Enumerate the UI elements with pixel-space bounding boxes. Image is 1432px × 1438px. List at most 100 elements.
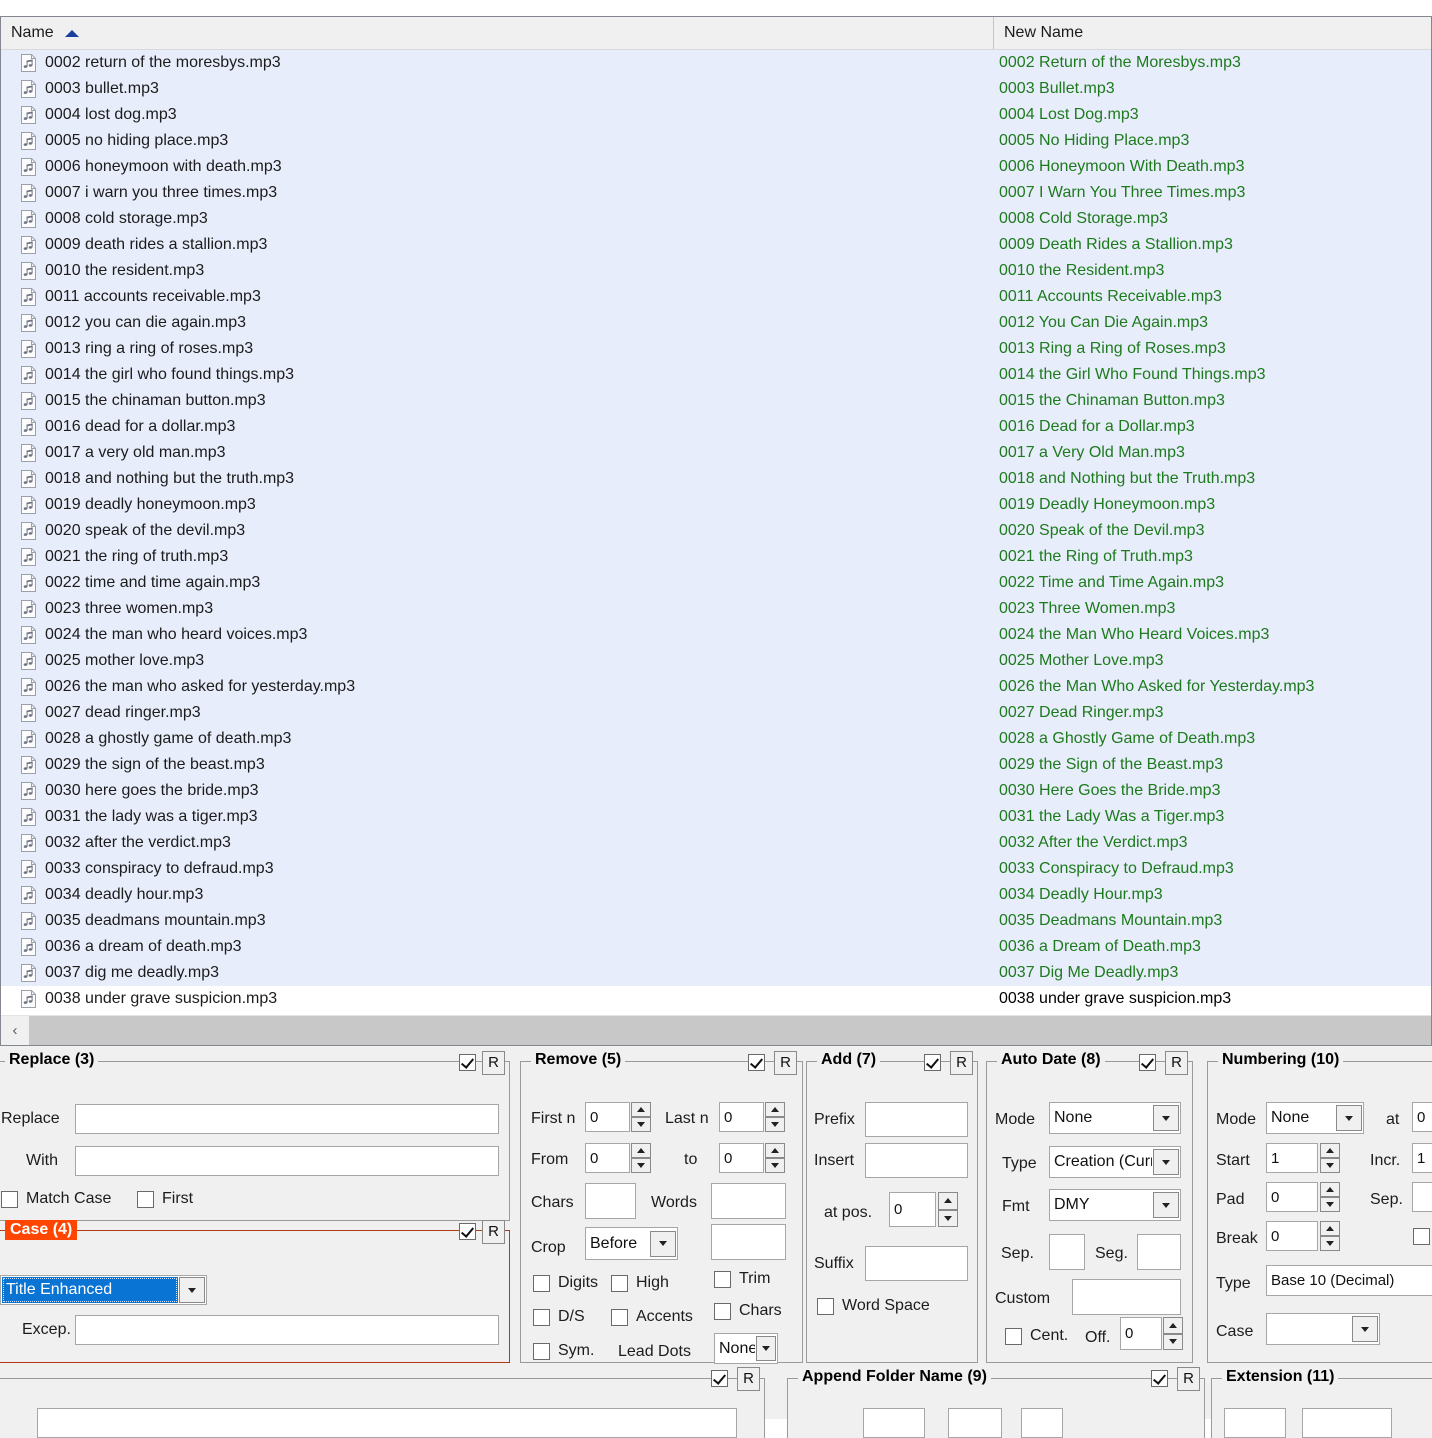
file-name-cell[interactable]: 0036 a dream of death.mp3	[1, 938, 994, 956]
file-name-cell[interactable]: 0009 death rides a stallion.mp3	[1, 236, 994, 254]
file-name-cell[interactable]: 0027 dead ringer.mp3	[1, 704, 994, 722]
file-name-cell[interactable]: 0029 the sign of the beast.mp3	[1, 756, 994, 774]
file-name-cell[interactable]: 0003 bullet.mp3	[1, 80, 994, 98]
bottom-left-reset-button[interactable]: R	[737, 1367, 760, 1391]
new-file-name-cell[interactable]: 0002 Return of the Moresbys.mp3	[994, 54, 1431, 72]
append-folder-enable-checkbox[interactable]	[1151, 1370, 1168, 1387]
high-checkbox[interactable]	[611, 1274, 628, 1292]
new-file-name-cell[interactable]: 0024 the Man Who Heard Voices.mp3	[994, 626, 1431, 644]
auto-date-mode-select[interactable]: None	[1049, 1102, 1181, 1134]
file-name-cell[interactable]: 0002 return of the moresbys.mp3	[1, 54, 994, 72]
table-row[interactable]: 0031 the lady was a tiger.mp3 0031 the La…	[1, 804, 1431, 830]
extension-mode-input[interactable]	[1224, 1408, 1286, 1438]
scrollbar-thumb[interactable]	[29, 1016, 1431, 1045]
table-row[interactable]: 0037 dig me deadly.mp3 0037 Dig Me Deadly…	[1, 960, 1431, 986]
new-file-name-cell[interactable]: 0018 and Nothing but the Truth.mp3	[994, 470, 1431, 488]
off-stepper[interactable]	[1163, 1317, 1183, 1350]
sym-row[interactable]: Sym.	[533, 1342, 594, 1360]
last-n-input[interactable]: 0	[719, 1102, 764, 1132]
remove-words-input[interactable]	[711, 1183, 786, 1219]
new-file-name-cell[interactable]: 0029 the Sign of the Beast.mp3	[994, 756, 1431, 774]
new-file-name-cell[interactable]: 0015 the Chinaman Button.mp3	[994, 392, 1431, 410]
file-name-cell[interactable]: 0033 conspiracy to defraud.mp3	[1, 860, 994, 878]
chevron-down-icon[interactable]	[1336, 1105, 1362, 1131]
file-name-cell[interactable]: 0010 the resident.mp3	[1, 262, 994, 280]
chevron-down-icon[interactable]	[650, 1230, 676, 1257]
file-name-cell[interactable]: 0026 the man who asked for yesterday.mp3	[1, 678, 994, 696]
auto-date-seg-input[interactable]	[1137, 1234, 1181, 1270]
file-name-cell[interactable]: 0015 the chinaman button.mp3	[1, 392, 994, 410]
case-mode-select[interactable]: Title Enhanced	[0, 1275, 207, 1305]
file-name-cell[interactable]: 0017 a very old man.mp3	[1, 444, 994, 462]
cent-row[interactable]: Cent.	[1005, 1327, 1068, 1345]
file-name-cell[interactable]: 0023 three women.mp3	[1, 600, 994, 618]
trim-checkbox[interactable]	[714, 1270, 731, 1288]
new-file-name-cell[interactable]: 0013 Ring a Ring of Roses.mp3	[994, 340, 1431, 358]
new-file-name-cell[interactable]: 0028 a Ghostly Game of Death.mp3	[994, 730, 1431, 748]
new-file-name-cell[interactable]: 0006 Honeymoon With Death.mp3	[994, 158, 1431, 176]
file-name-cell[interactable]: 0008 cold storage.mp3	[1, 210, 994, 228]
table-row[interactable]: 0003 bullet.mp3 0003 Bullet.mp3	[1, 76, 1431, 102]
word-space-row[interactable]: Word Space	[817, 1297, 930, 1315]
auto-date-enable-checkbox[interactable]	[1139, 1054, 1156, 1071]
table-row[interactable]: 0027 dead ringer.mp3 0027 Dead Ringer.mp3	[1, 700, 1431, 726]
file-list-rows[interactable]: 0002 return of the moresbys.mp3 0002 Retu…	[1, 50, 1431, 1014]
new-file-name-cell[interactable]: 0030 Here Goes the Bride.mp3	[994, 782, 1431, 800]
table-row[interactable]: 0018 and nothing but the truth.mp3 0018 a…	[1, 466, 1431, 492]
new-file-name-cell[interactable]: 0031 the Lady Was a Tiger.mp3	[994, 808, 1431, 826]
file-name-cell[interactable]: 0011 accounts receivable.mp3	[1, 288, 994, 306]
digits-checkbox[interactable]	[533, 1274, 550, 1292]
column-header-name[interactable]: Name	[1, 17, 994, 49]
from-input[interactable]: 0	[585, 1143, 630, 1173]
numbering-pad-input[interactable]: 0	[1266, 1182, 1318, 1212]
table-row[interactable]: 0009 death rides a stallion.mp3 0009 Deat…	[1, 232, 1431, 258]
numbering-incr-input[interactable]: 1	[1412, 1143, 1432, 1173]
table-row[interactable]: 0021 the ring of truth.mp3 0021 the Ring …	[1, 544, 1431, 570]
bottom-left-enable-checkbox[interactable]	[711, 1370, 728, 1387]
last-n-stepper[interactable]	[765, 1102, 785, 1132]
chevron-down-icon[interactable]	[1153, 1192, 1179, 1218]
new-file-name-cell[interactable]: 0012 You Can Die Again.mp3	[994, 314, 1431, 332]
numbering-break-stepper[interactable]	[1320, 1221, 1340, 1251]
numbering-break-input[interactable]: 0	[1266, 1221, 1318, 1251]
auto-date-fmt-select[interactable]: DMY	[1049, 1189, 1181, 1221]
file-name-cell[interactable]: 0021 the ring of truth.mp3	[1, 548, 994, 566]
new-file-name-cell[interactable]: 0037 Dig Me Deadly.mp3	[994, 964, 1431, 982]
table-row[interactable]: 0022 time and time again.mp3 0022 Time an…	[1, 570, 1431, 596]
column-header-new-name[interactable]: New Name	[994, 17, 1431, 49]
chevron-down-icon[interactable]	[756, 1336, 776, 1361]
new-file-name-cell[interactable]: 0027 Dead Ringer.mp3	[994, 704, 1431, 722]
auto-date-custom-input[interactable]	[1072, 1279, 1181, 1315]
table-row[interactable]: 0023 three women.mp3 0023 Three Women.mp3	[1, 596, 1431, 622]
table-row[interactable]: 0019 deadly honeymoon.mp3 0019 Deadly Hon…	[1, 492, 1431, 518]
crop-mode-select[interactable]: Before	[585, 1227, 678, 1260]
file-name-cell[interactable]: 0007 i warn you three times.mp3	[1, 184, 994, 202]
file-name-cell[interactable]: 0013 ring a ring of roses.mp3	[1, 340, 994, 358]
file-name-cell[interactable]: 0020 speak of the devil.mp3	[1, 522, 994, 540]
trim-row[interactable]: Trim	[714, 1270, 770, 1288]
file-name-cell[interactable]: 0012 you can die again.mp3	[1, 314, 994, 332]
table-row[interactable]: 0029 the sign of the beast.mp3 0029 the S…	[1, 752, 1431, 778]
chevron-down-icon[interactable]	[1153, 1149, 1179, 1175]
new-file-name-cell[interactable]: 0003 Bullet.mp3	[994, 80, 1431, 98]
new-file-name-cell[interactable]: 0017 a Very Old Man.mp3	[994, 444, 1431, 462]
new-file-name-cell[interactable]: 0023 Three Women.mp3	[994, 600, 1431, 618]
file-name-cell[interactable]: 0022 time and time again.mp3	[1, 574, 994, 592]
file-name-cell[interactable]: 0019 deadly honeymoon.mp3	[1, 496, 994, 514]
table-row[interactable]: 0034 deadly hour.mp3 0034 Deadly Hour.mp3	[1, 882, 1431, 908]
new-file-name-cell[interactable]: 0011 Accounts Receivable.mp3	[994, 288, 1431, 306]
file-name-cell[interactable]: 0030 here goes the bride.mp3	[1, 782, 994, 800]
replace-input[interactable]	[75, 1104, 499, 1134]
new-file-name-cell[interactable]: 0019 Deadly Honeymoon.mp3	[994, 496, 1431, 514]
sym-checkbox[interactable]	[533, 1342, 550, 1360]
new-file-name-cell[interactable]: 0032 After the Verdict.mp3	[994, 834, 1431, 852]
at-pos-stepper[interactable]	[938, 1192, 958, 1227]
file-name-cell[interactable]: 0037 dig me deadly.mp3	[1, 964, 994, 982]
new-file-name-cell[interactable]: 0007 I Warn You Three Times.mp3	[994, 184, 1431, 202]
to-stepper[interactable]	[765, 1143, 785, 1173]
with-input[interactable]	[75, 1146, 499, 1176]
chars-checkbox[interactable]	[714, 1302, 731, 1320]
digits-row[interactable]: Digits	[533, 1274, 598, 1292]
first-n-input[interactable]: 0	[585, 1102, 630, 1132]
table-row[interactable]: 0024 the man who heard voices.mp3 0024 th…	[1, 622, 1431, 648]
